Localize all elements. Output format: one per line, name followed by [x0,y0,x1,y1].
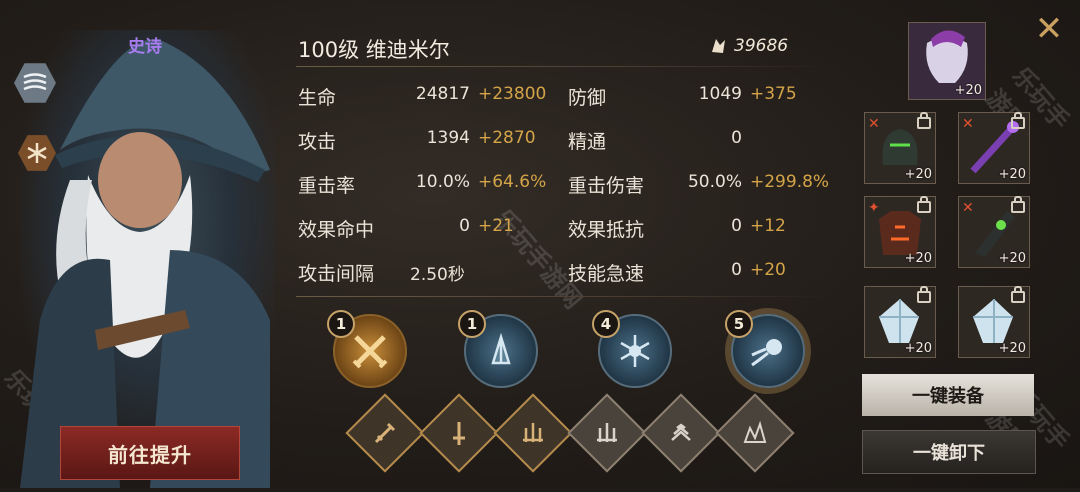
stat-label: 效果命中 [298,219,375,241]
lock-icon [917,196,931,213]
stat-bonus: +23800 [478,84,547,104]
stat-base: 24817 [415,84,470,104]
stat-base: 1394 [426,128,470,148]
stat-label: 技能急速 [568,263,645,285]
enhance-level: +20 [904,251,932,266]
stat-bonus: +375 [750,84,797,104]
stat-label: 重击率 [298,175,356,197]
unequip-all-button[interactable]: 一键卸下 [862,430,1036,474]
stat-base: 0 [731,216,742,236]
stat-base: 0 [731,128,742,148]
equip-weapon-slot[interactable]: ✕ +20 [958,112,1030,184]
lock-icon [1011,112,1025,129]
stat-bonus: +299.8% [750,172,830,192]
stat-base: 1049 [698,84,742,104]
sword-mark-icon: ✕ [962,200,974,216]
stat-label: 生命 [298,87,337,109]
equip-all-button[interactable]: 一键装备 [862,374,1034,416]
equip-gloves-slot[interactable]: ✕ +20 [958,196,1030,268]
divider [296,296,830,297]
sword-mark-icon: ✕ [868,116,880,132]
power-icon [712,39,725,53]
claw-icon [597,423,617,442]
sword-icon [374,422,396,444]
power-value: 39686 [734,36,789,56]
equip-helmet-slot[interactable]: ✕ +20 [864,112,936,184]
stat-label: 精通 [568,131,607,153]
comet-icon [751,339,782,367]
enhance-level: +20 [904,341,932,356]
close-icon[interactable]: ✕ [1030,10,1068,48]
stat-base: 2.50秒 [410,265,465,285]
lock-icon [1011,196,1025,213]
hero-portrait: 史诗 前往提升 [0,0,275,488]
equip-ring-slot[interactable]: +20 [864,286,936,358]
stat-label: 效果抵抗 [568,219,645,241]
hero-name: 100级 维迪米尔 [298,38,450,62]
equip-mask-slot[interactable]: +20 [908,22,986,100]
stat-label: 防御 [568,87,607,109]
equip-armor-slot[interactable]: ✦ +20 [864,196,936,268]
skill-level-badge: 1 [458,310,486,338]
stat-label: 重击伤害 [568,175,645,197]
stat-bonus: +64.6% [478,172,547,192]
crossed-swords-icon [352,335,388,369]
skill-level-badge: 1 [327,310,355,338]
rarity-label: 史诗 [128,37,162,57]
stat-bonus: +20 [750,260,786,280]
triple-blade-icon [523,423,543,442]
frost-burst-icon [620,335,650,367]
wave-icon [671,423,691,441]
enhance-level: +20 [998,167,1026,182]
go-upgrade-button[interactable]: 前往提升 [60,426,240,480]
stat-base: 0 [459,216,470,236]
lock-icon [917,286,931,303]
spikes-icon [743,420,767,443]
stat-base: 50.0% [687,172,742,192]
stat-bonus: +12 [750,216,786,236]
enhance-level: +20 [904,167,932,182]
ice-shard-icon [491,332,511,365]
enhance-level: +20 [998,341,1026,356]
enhance-level: +20 [954,83,982,98]
stat-bonus: +21 [478,216,514,236]
stat-label: 攻击间隔 [298,263,375,285]
skill-level-badge: 5 [725,310,753,338]
lock-icon [1011,286,1025,303]
stat-bonus: +2870 [478,128,536,148]
stat-label: 攻击 [298,131,337,153]
sword-mark-icon: ✕ [962,116,974,132]
dagger-icon [453,422,465,445]
power-display: 39686 [708,36,788,56]
skill-level-badge: 4 [592,310,620,338]
equip-necklace-slot[interactable]: +20 [958,286,1030,358]
enhance-level: +20 [998,251,1026,266]
stat-base: 0 [731,260,742,280]
stat-base: 10.0% [415,172,470,192]
divider [296,66,830,67]
fire-mark-icon: ✦ [868,200,880,216]
lock-icon [917,112,931,129]
